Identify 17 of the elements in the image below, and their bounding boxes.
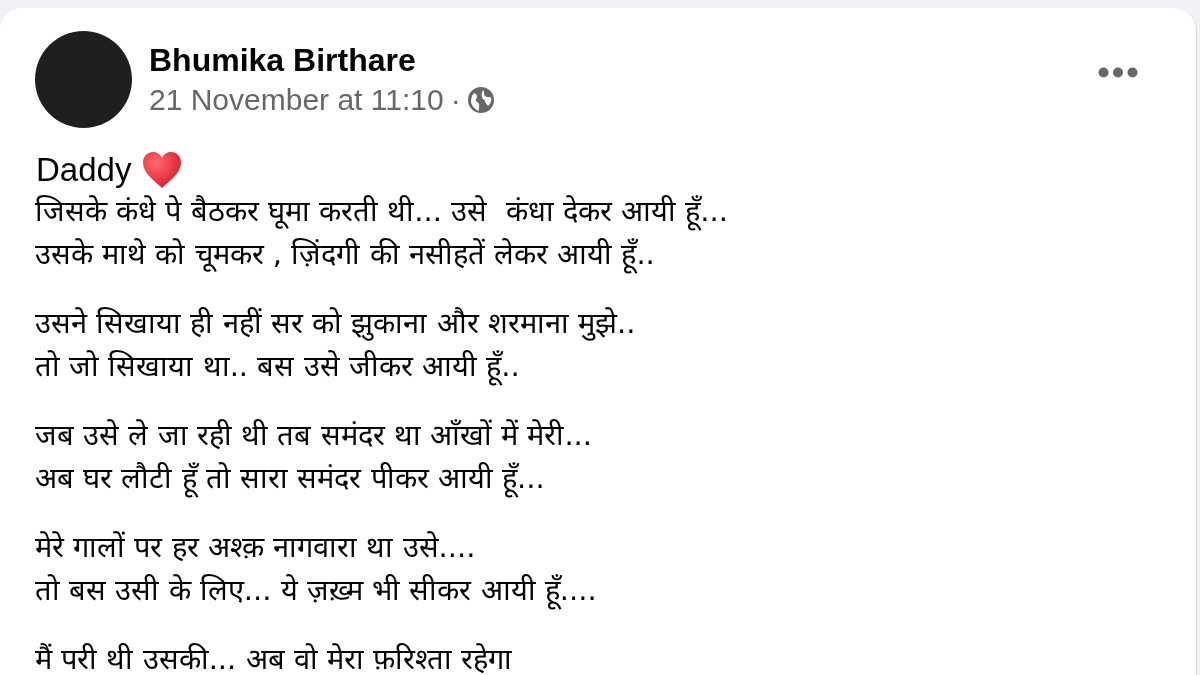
- poem-line: तो बस उसी के लिए... ये ज़ख़्म भी सीकर आयी हूँ....: [35, 569, 1196, 612]
- poem-line: उसके माथे को चूमकर , ज़िंदगी की नसीहतें लेकर आयी हूँ..: [35, 233, 1196, 276]
- poem-line: जब उसे ले जा रही थी तब समंदर था आँखों में मेरी...: [35, 417, 594, 454]
- post-timestamp[interactable]: 21 November at 11:10: [149, 83, 444, 117]
- post-title: Daddy: [36, 151, 132, 189]
- globe-icon: [467, 87, 494, 113]
- author-name[interactable]: Bhumika Birthare: [149, 42, 416, 79]
- poem-line: मेरे गालों पर हर अश्क़ नागवारा था उसे....: [35, 529, 477, 566]
- poem-line: उसने सिखाया ही नहीं सर को झुकाना और शरमाना मुझे..: [35, 305, 637, 343]
- poem-line: तो जो सिखाया था.. बस उसे जीकर आयी हूँ..: [35, 345, 1196, 388]
- heart-icon: [143, 152, 182, 188]
- poem-line: अब घर लौटी हूँ तो सारा समंदर पीकर आयी हूँ...: [35, 457, 1196, 500]
- separator: ·: [450, 83, 461, 117]
- more-options-button[interactable]: [1098, 67, 1138, 78]
- poem-line: मैं परी थी उसकी... अब वो मेरा फ़रिश्ता रहेगा: [35, 641, 514, 675]
- more-icon: [1098, 67, 1138, 78]
- poem-line: जिसके कंधे पे बैठकर घूमा करती थी... उसे कंधा देकर आयी हूँ...: [35, 190, 1196, 233]
